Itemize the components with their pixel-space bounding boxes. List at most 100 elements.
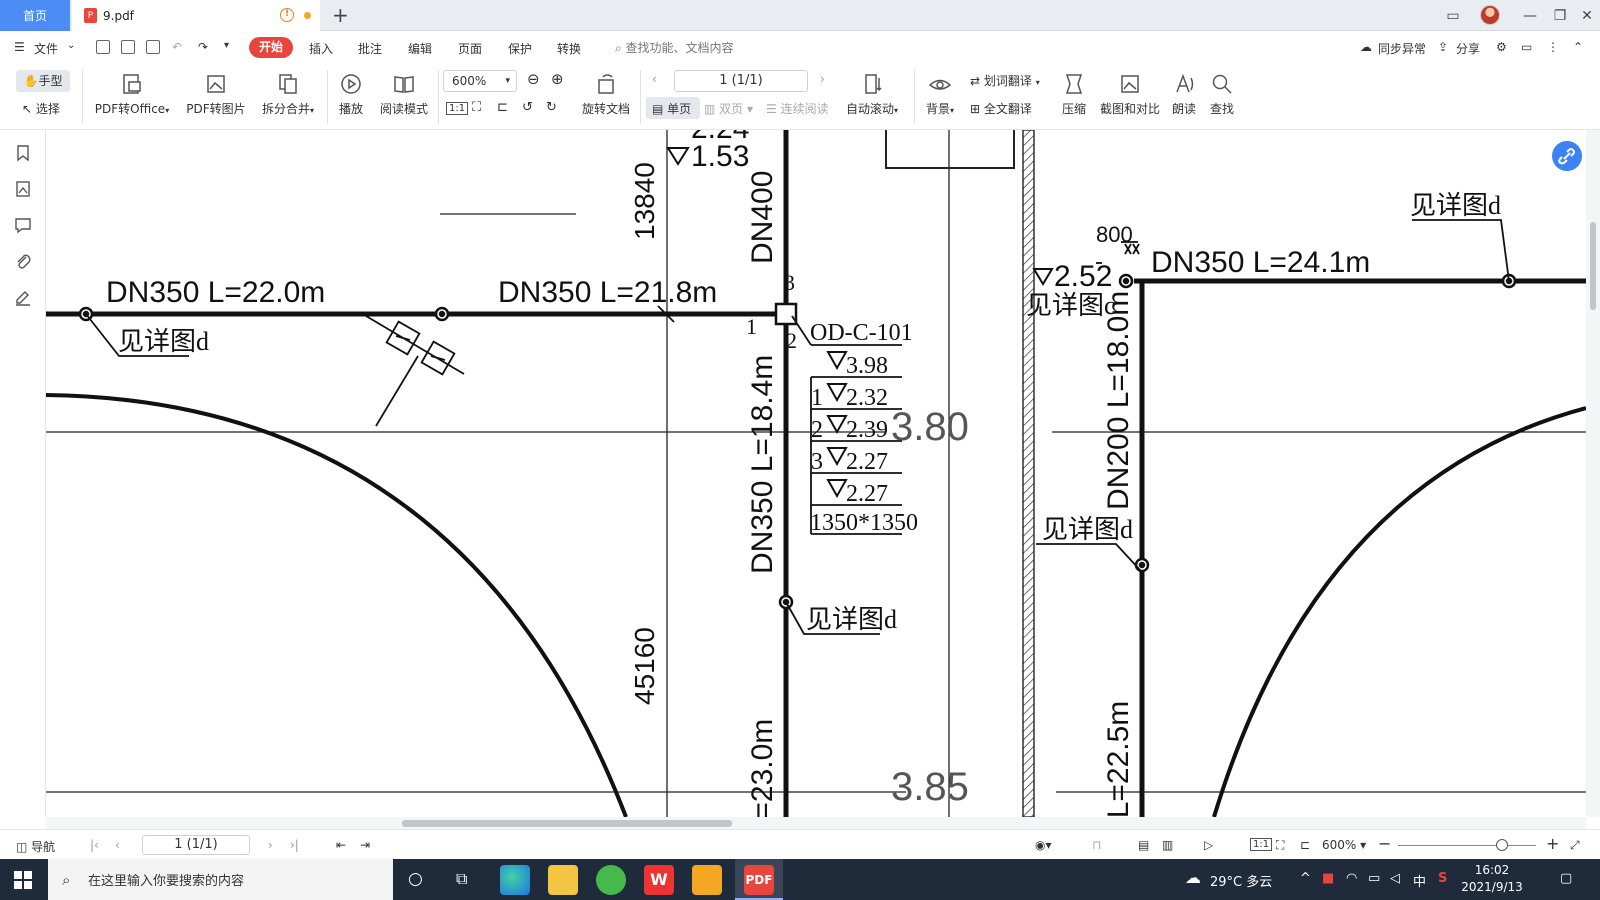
task-view-icon[interactable]: ⧉ — [456, 869, 467, 889]
word-translate-button[interactable]: ⇄ 划词翻译 ▾ — [970, 72, 1040, 89]
read-aloud-button[interactable]: 朗读 — [1168, 72, 1200, 117]
zoom-slider-knob[interactable] — [1496, 839, 1508, 851]
open-icon[interactable] — [96, 40, 110, 54]
cortana-icon[interactable]: ○ — [408, 869, 423, 889]
fullscreen-icon[interactable]: ⤢ — [1570, 838, 1580, 853]
horizontal-scrollbar[interactable] — [46, 817, 1586, 829]
edge-icon[interactable] — [500, 865, 530, 895]
fit-width-icon[interactable]: ⊏ — [1300, 838, 1310, 852]
double-page-button[interactable]: ▥ 双页 ▾ — [704, 100, 753, 117]
zoom-select[interactable]: 600% ▾ — [443, 70, 517, 92]
next-page-icon[interactable]: › — [268, 838, 273, 852]
fit-page-icon[interactable]: ⛶ — [472, 100, 481, 115]
forward-icon[interactable]: ⇥ — [360, 838, 370, 852]
taskbar-search-input[interactable]: ⌕ 在这里输入你要搜索的内容 — [48, 859, 393, 900]
horizontal-scroll-thumb[interactable] — [402, 820, 732, 827]
pdf-to-image-button[interactable]: PDF转图片 — [184, 72, 248, 117]
undo-icon[interactable]: ↶ — [172, 40, 182, 54]
vertical-scrollbar[interactable] — [1586, 130, 1600, 817]
avatar[interactable] — [1480, 5, 1500, 25]
single-page-button[interactable]: ▤ 单页 — [652, 100, 691, 117]
tab-insert[interactable]: 插入 — [309, 40, 333, 57]
sync-status[interactable]: 同步异常 — [1378, 40, 1426, 57]
back-icon[interactable]: ⇤ — [336, 838, 346, 852]
browser-icon[interactable] — [596, 865, 626, 895]
zoom-out-icon[interactable]: ⊖ — [527, 70, 540, 88]
volume-icon[interactable]: ◁ — [1390, 871, 1400, 886]
signature-icon[interactable] — [14, 288, 32, 306]
save-icon[interactable] — [121, 40, 135, 54]
tray-app-icon[interactable]: ■ — [1322, 871, 1334, 886]
windows-start-icon[interactable] — [14, 871, 32, 889]
warning-icon[interactable]: ! — [280, 8, 294, 22]
document-canvas[interactable]: DN350 L=22.0m DN350 L=21.8m DN350 L=24.1… — [46, 130, 1586, 817]
wps-icon[interactable]: W — [644, 865, 674, 895]
feedback-icon[interactable]: ▭ — [1521, 40, 1532, 54]
tab-convert[interactable]: 转换 — [557, 40, 581, 57]
wps-pdf-icon[interactable]: PDF — [744, 865, 774, 895]
prev-page-icon[interactable]: ‹ — [115, 838, 120, 852]
print-icon[interactable] — [146, 40, 160, 54]
more-menu-icon[interactable]: ⋮ — [1547, 40, 1559, 54]
tab-page[interactable]: 页面 — [458, 40, 482, 57]
auto-scroll-button[interactable]: 自动滚动▾ — [838, 72, 906, 117]
notification-icon[interactable]: ▢ — [1560, 871, 1572, 886]
bookmark-icon[interactable] — [14, 144, 32, 162]
settings-icon[interactable]: ⚙ — [1496, 40, 1507, 54]
zoom-out-icon[interactable]: − — [1378, 834, 1391, 853]
zoom-slider[interactable] — [1398, 845, 1536, 846]
tab-edit[interactable]: 编辑 — [408, 40, 432, 57]
weather-icon[interactable]: ☁ — [1185, 868, 1201, 887]
background-button[interactable]: 背景▾ — [920, 72, 960, 117]
thumbnail-icon[interactable] — [14, 180, 32, 198]
tray-expand-icon[interactable]: ^ — [1300, 871, 1311, 886]
weather-text[interactable]: 29°C 多云 — [1210, 871, 1272, 890]
status-zoom-select[interactable]: 600% ▾ — [1322, 838, 1366, 852]
first-page-icon[interactable]: |‹ — [90, 838, 99, 852]
double-page-icon[interactable]: ▥ — [1162, 838, 1173, 852]
file-explorer-icon[interactable] — [548, 865, 578, 895]
collapse-ribbon-icon[interactable]: ⌃ — [1573, 40, 1583, 54]
close-button[interactable]: ✕ — [1572, 0, 1600, 31]
restore-button[interactable]: ❐ — [1545, 0, 1575, 31]
actual-size-icon[interactable]: 1:1 — [446, 102, 469, 115]
minimize-button[interactable]: — — [1515, 0, 1545, 31]
page-number-input[interactable]: 1 (1/1) — [674, 70, 808, 92]
find-button[interactable]: 查找 — [1206, 72, 1238, 117]
battery-icon[interactable]: ▭ — [1368, 871, 1380, 886]
prev-page-icon[interactable]: ‹ — [652, 72, 657, 86]
last-page-icon[interactable]: ›| — [290, 838, 299, 852]
zoom-in-icon[interactable]: ⊕ — [551, 70, 564, 88]
new-tab-button[interactable]: + — [332, 3, 349, 27]
wifi-icon[interactable]: ◠ — [1346, 871, 1357, 886]
comment-icon[interactable] — [14, 216, 32, 234]
tab-comment[interactable]: 批注 — [358, 40, 382, 57]
sogou-icon[interactable]: S — [1438, 871, 1447, 886]
select-tool-button[interactable]: ↖ 选择 — [22, 100, 60, 117]
fit-width-icon[interactable]: ⊏ — [497, 100, 508, 115]
tab-start[interactable]: 开始 — [249, 37, 293, 58]
pdf-reader-icon[interactable] — [692, 865, 722, 895]
feature-search-input[interactable]: ⌕ 查找功能、文档内容 — [615, 39, 734, 56]
link-float-button[interactable] — [1552, 141, 1582, 171]
play-icon[interactable]: ▷ — [1204, 838, 1213, 852]
pdf-to-office-button[interactable]: PDF转Office▾ — [90, 72, 174, 117]
play-button[interactable]: 播放 — [334, 72, 368, 117]
next-page-icon[interactable]: › — [820, 72, 825, 86]
screenshot-compare-button[interactable]: 截图和对比 — [1098, 72, 1162, 117]
hand-tool-button[interactable]: ✋手型 — [16, 70, 70, 92]
hamburger-icon[interactable]: ☰ — [14, 40, 25, 54]
vertical-scroll-thumb[interactable] — [1590, 222, 1596, 310]
read-mode-button[interactable]: 阅读模式 — [376, 72, 432, 117]
compress-button[interactable]: 压缩 — [1056, 72, 1092, 117]
full-translate-button[interactable]: ⊞ 全文翻译 — [970, 100, 1032, 117]
fit-page-icon[interactable]: ⛶ — [1276, 838, 1284, 853]
status-page-input[interactable]: 1 (1/1) — [142, 835, 250, 855]
chevron-down-icon[interactable]: ⌄ — [67, 40, 75, 51]
continuous-read-button[interactable]: ☰ 连续阅读 — [766, 100, 829, 117]
single-page-icon[interactable]: ▤ — [1138, 838, 1149, 852]
layout-icon[interactable]: ▭ — [1438, 0, 1468, 31]
rotate-left-icon[interactable]: ↺ — [522, 100, 533, 115]
share-button[interactable]: 分享 — [1456, 40, 1480, 57]
rotate-document-button[interactable]: 旋转文档 — [578, 72, 634, 117]
